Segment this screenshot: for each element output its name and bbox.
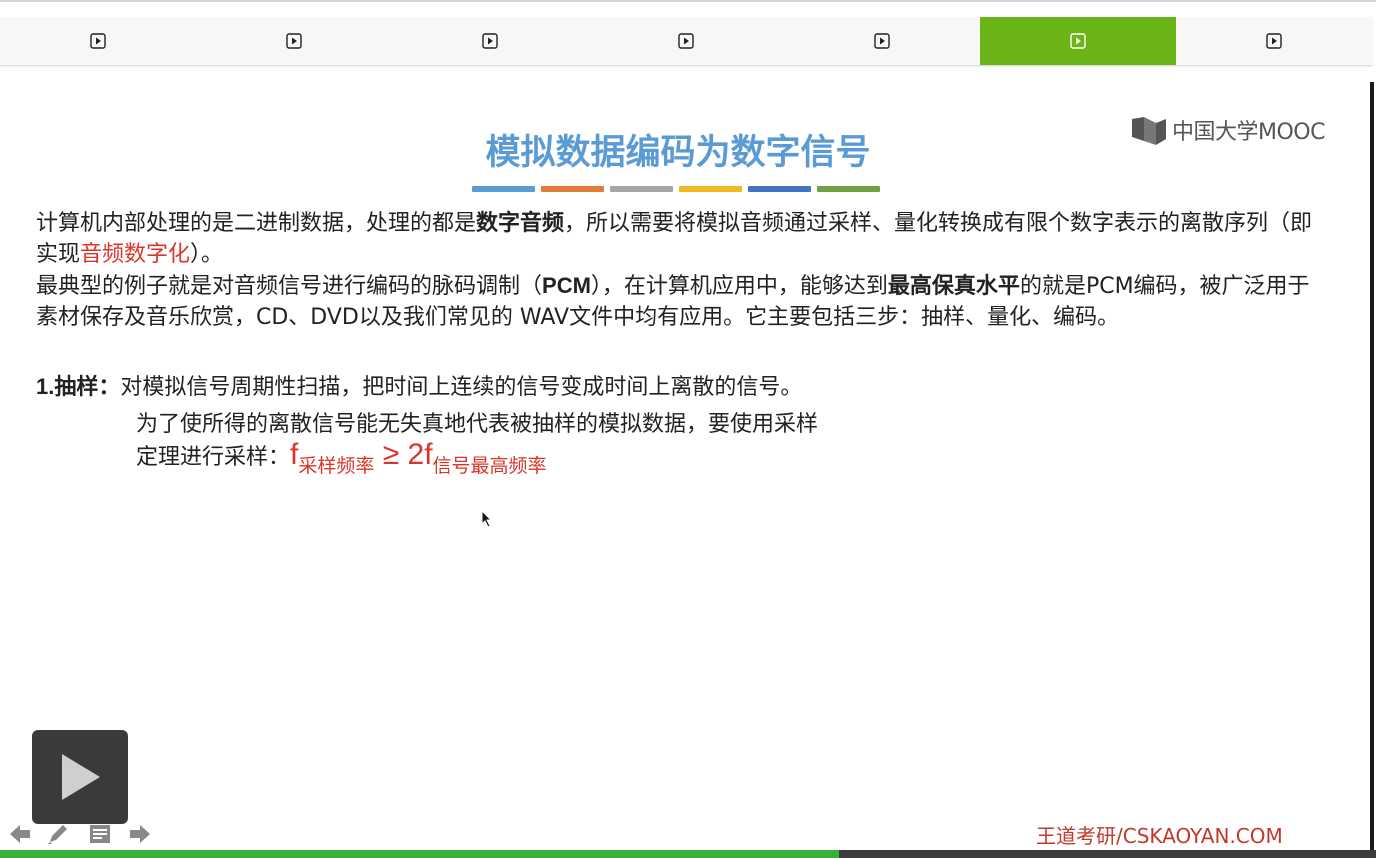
slide-title: 模拟数据编码为数字信号	[485, 133, 871, 173]
para2-bold-pcm: PCM	[542, 273, 591, 298]
next-arrow-icon[interactable]	[128, 822, 152, 846]
para1-red-audio-digitization: 音频数字化	[80, 242, 191, 267]
title-bar-4	[679, 186, 742, 192]
step-1-line: 1.抽样：对模拟信号周期性扫描，把时间上连续的信号变成时间上离散的信号。	[36, 368, 802, 407]
play-icon	[1070, 33, 1086, 49]
step-1-label: 1.抽样：	[36, 374, 121, 399]
slide-body: 计算机内部处理的是二进制数据，处理的都是数字音频，所以需要将模拟音频通过采样、量…	[36, 208, 1326, 333]
para1-text-a: 计算机内部处理的是二进制数据，处理的都是	[36, 211, 477, 236]
title-underline-bars	[472, 186, 880, 192]
title-bar-1	[472, 186, 535, 192]
big-play-icon	[62, 754, 100, 800]
chapter-tab-6[interactable]	[980, 17, 1176, 65]
step-1-line3-row: 定理进行采样：f采样频率 ≥ 2f信号最高频率	[136, 438, 547, 478]
para1-bold-digital-audio: 数字音频	[476, 211, 565, 236]
chapter-tab-1[interactable]	[0, 17, 196, 65]
chapter-tab-4[interactable]	[588, 17, 784, 65]
para2-text-a: 最典型的例子就是对音频信号进行编码的脉码调制（	[36, 274, 543, 299]
play-icon	[1266, 33, 1282, 49]
chapter-tab-bar	[0, 17, 1372, 66]
chapter-tab-5[interactable]	[784, 17, 980, 65]
prev-arrow-icon[interactable]	[8, 822, 32, 846]
slide-right-border	[1370, 82, 1374, 852]
play-icon	[482, 33, 498, 49]
formula-operator: ≥ 2f	[374, 438, 433, 471]
title-bar-3	[610, 186, 673, 192]
title-bar-2	[541, 186, 604, 192]
play-icon	[90, 33, 106, 49]
formula-sub-sampling-rate: 采样频率	[298, 455, 375, 477]
chapter-tab-3[interactable]	[392, 17, 588, 65]
mouse-cursor-icon	[481, 510, 493, 528]
play-icon	[678, 33, 694, 49]
play-icon	[874, 33, 890, 49]
para2-text-c: ），在计算机应用中，能够达到	[590, 274, 888, 299]
para1-text-e: ）。	[190, 242, 224, 267]
paragraph-2: 最典型的例子就是对音频信号进行编码的脉码调制（PCM），在计算机应用中，能够达到…	[36, 270, 1326, 333]
notes-menu-icon[interactable]	[88, 822, 112, 846]
chapter-tab-2[interactable]	[196, 17, 392, 65]
pen-icon[interactable]	[46, 822, 70, 846]
progress-fill	[0, 850, 840, 858]
title-bar-5	[748, 186, 811, 192]
para2-bold-highest-fidelity: 最高保真水平	[887, 274, 1020, 299]
title-bar-6	[817, 186, 880, 192]
step-1-line3: 定理进行采样：	[136, 445, 291, 470]
paragraph-1: 计算机内部处理的是二进制数据，处理的都是数字音频，所以需要将模拟音频通过采样、量…	[36, 208, 1326, 270]
formula-sub-max-signal-freq: 信号最高频率	[432, 455, 547, 477]
footer-watermark: 王道考研/CSKAOYAN.COM	[1036, 824, 1283, 848]
play-icon	[286, 33, 302, 49]
sampling-theorem-formula: f采样频率 ≥ 2f信号最高频率	[290, 438, 547, 477]
chapter-tab-7[interactable]	[1176, 17, 1372, 65]
video-play-button[interactable]	[32, 730, 128, 824]
step-1-line2: 为了使所得的离散信号能无失真地代表被抽样的模拟数据，要使用采样	[136, 412, 819, 437]
step-1-line1: 对模拟信号周期性扫描，把时间上连续的信号变成时间上离散的信号。	[120, 375, 803, 400]
top-divider	[0, 0, 1376, 2]
